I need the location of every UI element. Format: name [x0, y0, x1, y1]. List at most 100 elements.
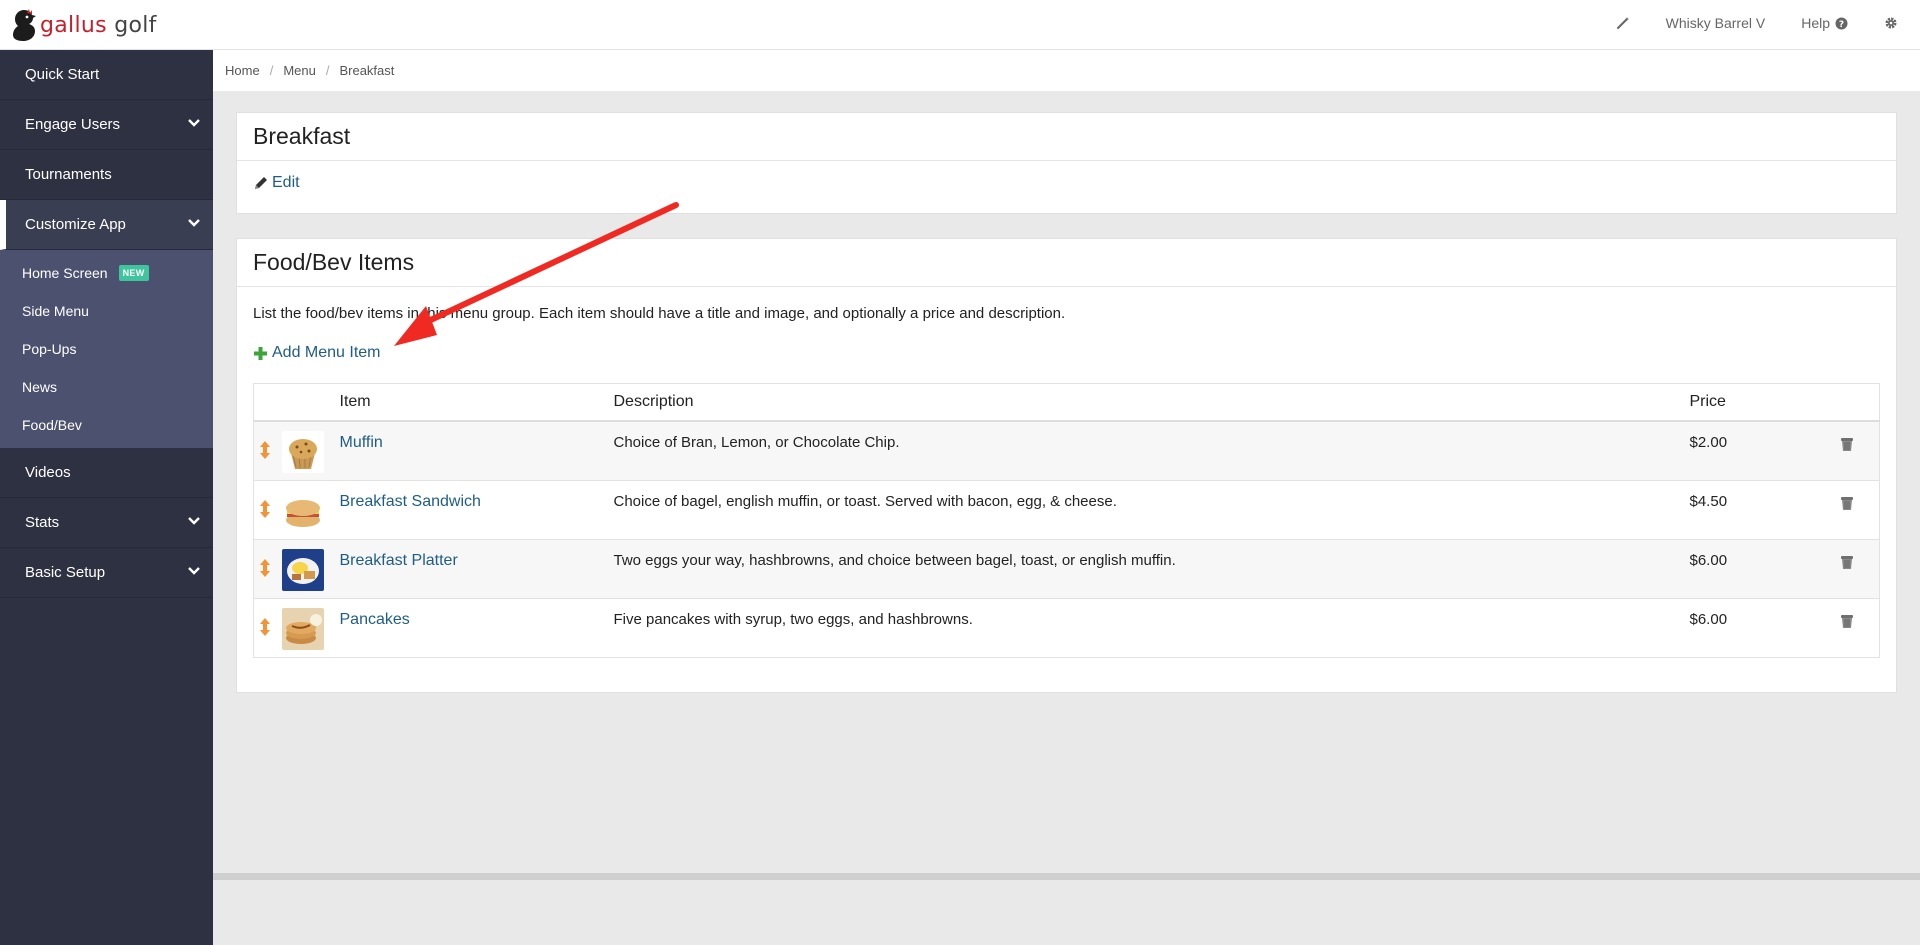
reorder-handle[interactable]: [253, 538, 282, 598]
gear-icon: [1885, 17, 1897, 29]
menu-items-table: Item Description Price Muffin Choice of …: [253, 382, 1880, 658]
chevron-down-icon: [188, 517, 200, 525]
item-image-cell: [281, 597, 340, 657]
delete-button[interactable]: [1839, 538, 1880, 598]
chevron-down-icon: [188, 219, 200, 227]
top-bar: gallus golf Whisky Barrel V Help ?: [0, 0, 1920, 50]
reorder-arrows-icon: [260, 617, 270, 636]
chevron-down-icon: [188, 567, 200, 575]
item-price-cell: $6.00: [1689, 597, 1840, 657]
magic-wand-icon: [1616, 17, 1629, 29]
table-row: Muffin Choice of Bran, Lemon, or Chocola…: [253, 420, 1880, 480]
column-header-sort: [253, 383, 282, 422]
chevron-down-icon: [188, 119, 200, 127]
section-description: List the food/bev items in this menu gro…: [253, 305, 1066, 322]
trash-icon: [1840, 496, 1853, 510]
account-menu[interactable]: Whisky Barrel V: [1666, 15, 1766, 31]
settings-button[interactable]: [1884, 16, 1898, 30]
brand-logo[interactable]: gallus golf: [10, 8, 157, 42]
column-header-price: Price: [1689, 383, 1840, 422]
table-row: Breakfast Platter Two eggs your way, has…: [253, 538, 1880, 598]
sidebar-item-customize-app[interactable]: Customize App: [0, 200, 213, 250]
subnav-item-label: Side Menu: [22, 303, 89, 319]
sidebar-item-label: Quick Start: [25, 66, 100, 83]
item-price-cell: $2.00: [1689, 420, 1840, 480]
column-header-actions: [1839, 383, 1880, 422]
item-name-cell: Breakfast Platter: [339, 538, 614, 598]
breadcrumb-current: Breakfast: [339, 63, 395, 78]
subnav-item-label: Home Screen: [22, 265, 108, 281]
reorder-handle[interactable]: [253, 597, 282, 657]
subnav-item-food-bev[interactable]: Food/Bev: [0, 406, 213, 444]
food-bev-items-panel: Food/Bev Items List the food/bev items i…: [236, 238, 1897, 693]
trash-icon: [1840, 614, 1853, 628]
subnav-item-home-screen[interactable]: Home Screen NEW: [0, 254, 213, 292]
item-description-cell: Five pancakes with syrup, two eggs, and …: [613, 597, 1690, 657]
item-image-cell: [281, 420, 340, 480]
plus-icon: [254, 346, 267, 360]
reorder-arrows-icon: [260, 499, 270, 518]
sidebar-item-basic-setup[interactable]: Basic Setup: [0, 548, 213, 598]
table-header-row: Item Description Price: [253, 383, 1880, 422]
column-header-image: [281, 383, 340, 422]
delete-button[interactable]: [1839, 420, 1880, 480]
rooster-logo-icon: [13, 9, 36, 41]
content-bottom-divider: [213, 873, 1920, 880]
item-name-link[interactable]: Muffin: [340, 434, 383, 451]
sidebar-item-tournaments[interactable]: Tournaments: [0, 150, 213, 200]
sidebar: Quick Start Engage Users Tournaments Cus…: [0, 50, 213, 945]
customize-app-submenu: Home Screen NEW Side Menu Pop-Ups News Fo…: [0, 250, 213, 448]
subnav-item-news[interactable]: News: [0, 368, 213, 406]
top-right-nav: Whisky Barrel V Help ?: [1616, 0, 1898, 46]
item-name-cell: Pancakes: [339, 597, 614, 657]
item-thumbnail-muffin: [281, 431, 324, 473]
svg-text:?: ?: [1839, 20, 1844, 30]
column-header-description: Description: [613, 383, 1690, 422]
sidebar-item-label: Videos: [25, 464, 71, 481]
sidebar-item-label: Customize App: [25, 216, 126, 233]
item-description-cell: Choice of Bran, Lemon, or Chocolate Chip…: [613, 420, 1690, 480]
subnav-item-label: Food/Bev: [22, 417, 82, 433]
reorder-handle[interactable]: [253, 479, 282, 539]
add-menu-item-button[interactable]: Add Menu Item: [253, 344, 381, 362]
edit-label: Edit: [272, 174, 300, 191]
item-thumbnail-breakfast-platter: [281, 548, 324, 591]
delete-button[interactable]: [1839, 597, 1880, 657]
sidebar-item-label: Tournaments: [25, 166, 112, 183]
breadcrumb-separator: /: [325, 63, 330, 78]
question-circle-icon: ?: [1835, 17, 1848, 30]
subnav-item-pop-ups[interactable]: Pop-Ups: [0, 330, 213, 368]
sidebar-item-videos[interactable]: Videos: [0, 448, 213, 498]
table-row: Pancakes Five pancakes with syrup, two e…: [253, 597, 1880, 657]
add-menu-item-label: Add Menu Item: [272, 344, 381, 361]
item-price-cell: $6.00: [1689, 538, 1840, 598]
item-name-link[interactable]: Breakfast Sandwich: [340, 493, 481, 510]
subnav-item-side-menu[interactable]: Side Menu: [0, 292, 213, 330]
sidebar-item-stats[interactable]: Stats: [0, 498, 213, 548]
column-header-item: Item: [339, 383, 614, 422]
new-badge: NEW: [118, 265, 149, 281]
sidebar-item-label: Engage Users: [25, 116, 121, 133]
item-thumbnail-pancakes: [281, 607, 324, 650]
breadcrumb-home[interactable]: Home: [225, 63, 260, 78]
edit-link[interactable]: Edit: [253, 174, 300, 192]
item-image-cell: [281, 479, 340, 539]
delete-button[interactable]: [1839, 479, 1880, 539]
sidebar-item-quick-start[interactable]: Quick Start: [0, 50, 213, 100]
reorder-handle[interactable]: [253, 420, 282, 480]
help-link[interactable]: Help ?: [1801, 15, 1848, 31]
item-thumbnail-breakfast-sandwich: [281, 489, 324, 532]
item-name-link[interactable]: Pancakes: [340, 611, 410, 628]
breadcrumb-menu[interactable]: Menu: [283, 63, 316, 78]
sidebar-item-engage-users[interactable]: Engage Users: [0, 100, 213, 150]
breadcrumb-separator: /: [269, 63, 274, 78]
table-row: Breakfast Sandwich Choice of bagel, engl…: [253, 479, 1880, 539]
magic-wand-button[interactable]: [1616, 16, 1630, 30]
breadcrumb: Home / Menu / Breakfast: [213, 50, 1920, 91]
reorder-arrows-icon: [260, 441, 270, 459]
item-name-link[interactable]: Breakfast Platter: [340, 552, 458, 569]
sidebar-item-label: Stats: [25, 514, 60, 531]
item-price-cell: $4.50: [1689, 479, 1840, 539]
item-description-cell: Two eggs your way, hashbrowns, and choic…: [613, 538, 1690, 598]
trash-icon: [1840, 438, 1853, 451]
